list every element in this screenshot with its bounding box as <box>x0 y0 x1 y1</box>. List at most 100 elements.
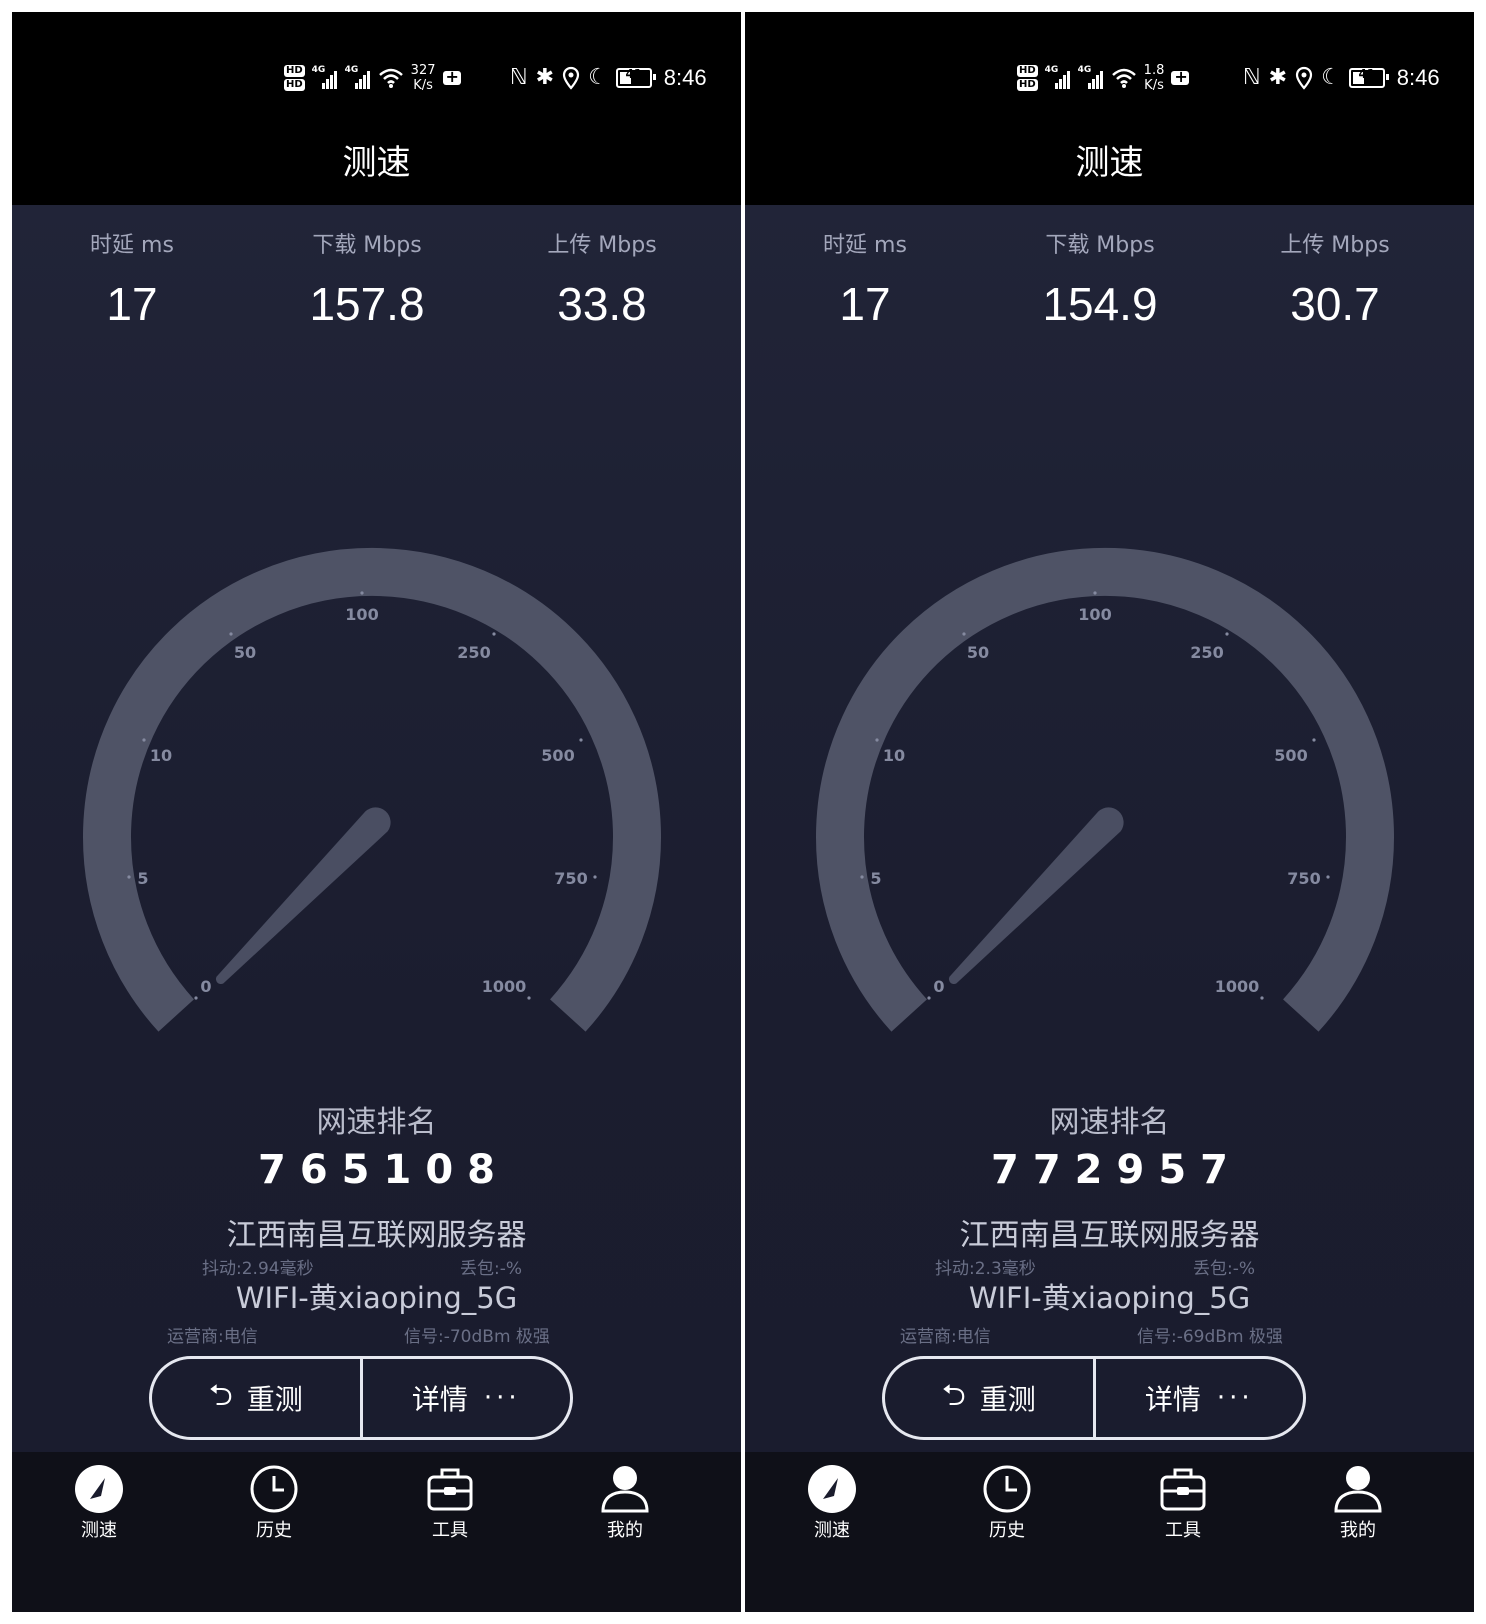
gauge-tick-label: 1000 <box>482 977 527 996</box>
bottom-tab-bar: 测速 历史 工具 我的 <box>745 1452 1474 1612</box>
moon-icon: ☾ <box>1321 65 1341 90</box>
tab-tools-label: 工具 <box>432 1520 468 1541</box>
gauge-tick-label: 10 <box>883 746 905 765</box>
phone-screen-right: HD HD 4G 4G 1.8 K/s + ℕ ✱ ☾ 41 8:46 测速 时… <box>745 12 1474 1612</box>
health-plus-icon <box>442 67 461 86</box>
battery-level: 41 <box>1358 67 1376 81</box>
location-icon <box>1295 66 1313 90</box>
cellular-signal-icon-2: 4G <box>345 65 371 91</box>
stat-upload: 上传 Mbps 30.7 <box>1215 227 1455 331</box>
retest-label: 重测 <box>979 1383 1036 1416</box>
wifi-icon <box>378 68 403 88</box>
gauge-tick-label: 100 <box>345 605 378 624</box>
details-button[interactable]: 详情 ··· <box>363 1359 571 1437</box>
status-bar: HD HD 4G 4G <box>12 12 741 117</box>
tab-history-label: 历史 <box>256 1520 292 1541</box>
network-speed-value: 327 <box>410 63 436 78</box>
user-icon <box>601 1466 649 1513</box>
gauge-arc <box>83 548 661 1032</box>
tab-mine-label: 我的 <box>1340 1520 1376 1541</box>
tab-mine-label: 我的 <box>607 1520 643 1541</box>
tab-speed-test-label: 测速 <box>814 1520 850 1541</box>
gauge-needle <box>948 807 1124 985</box>
status-right-icons: ℕ ✱ ☾ 41 8:46 <box>1243 60 1440 96</box>
network-speed-unit: K/s <box>1144 78 1164 93</box>
tab-mine[interactable]: 我的 <box>580 1464 670 1542</box>
wifi-name: WIFI-黄xiaoping_5G <box>968 1281 1251 1315</box>
status-bar: HD HD 4G 4G <box>745 12 1474 117</box>
stat-upload-label: 上传 Mbps <box>547 233 657 258</box>
gauge-tick-label: 0 <box>933 977 944 996</box>
gauge-tick-label: 1000 <box>1215 977 1260 996</box>
stat-latency-label: 时延 ms <box>823 233 907 258</box>
gauge-arc <box>816 548 1394 1032</box>
clock-icon <box>250 1465 298 1513</box>
gauge-tick-label: 0 <box>200 977 211 996</box>
speed-gauge: 0 5 10 50 100 250 500 750 1000 <box>83 548 661 1032</box>
battery-icon: 41 <box>1348 67 1389 88</box>
toolbox-icon <box>427 1468 473 1511</box>
stat-latency: 时延 ms 17 <box>745 227 985 331</box>
tab-mine[interactable]: 我的 <box>1313 1464 1403 1542</box>
stat-download: 下载 Mbps 157.8 <box>247 227 487 331</box>
carrier-text: 运营商:电信 <box>900 1327 991 1347</box>
undo-arrow-icon: ⮌ <box>208 1377 233 1413</box>
retest-label: 重测 <box>246 1383 303 1416</box>
gauge-tick-label: 250 <box>457 643 490 662</box>
battery-level: 41 <box>625 67 643 81</box>
bluetooth-icon: ✱ <box>535 65 555 90</box>
more-dots-icon: ··· <box>1216 1383 1254 1413</box>
rank-value: 772957 <box>991 1147 1242 1193</box>
gauge-tick-label: 10 <box>150 746 172 765</box>
bluetooth-icon: ✱ <box>1268 65 1288 90</box>
tab-history[interactable]: 历史 <box>962 1464 1052 1542</box>
tab-speed-test[interactable]: 测速 <box>54 1464 144 1542</box>
stat-download: 下载 Mbps 154.9 <box>980 227 1220 331</box>
nav-header: 测速 <box>745 117 1474 205</box>
bottom-tab-bar: 测速 历史 工具 我的 <box>12 1452 741 1612</box>
gauge-tick-label: 5 <box>870 869 881 888</box>
network-speed-indicator: 1.8 K/s <box>1144 63 1165 93</box>
undo-arrow-icon: ⮌ <box>941 1377 966 1413</box>
stat-latency-value: 17 <box>839 278 891 330</box>
details-button[interactable]: 详情 ··· <box>1096 1359 1304 1437</box>
nfc-icon: ℕ <box>1243 65 1261 90</box>
retest-button[interactable]: ⮌ 重测 <box>885 1359 1093 1437</box>
server-name: 江西南昌互联网服务器 <box>959 1218 1260 1253</box>
status-clock: 8:46 <box>1396 65 1440 90</box>
page-title: 测速 <box>342 143 411 183</box>
gauge-tick-label: 750 <box>554 869 587 888</box>
retest-button[interactable]: ⮌ 重测 <box>152 1359 360 1437</box>
nfc-icon: ℕ <box>510 65 528 90</box>
rank-title: 网速排名 <box>316 1105 437 1140</box>
stat-upload-label: 上传 Mbps <box>1280 233 1390 258</box>
network-speed-indicator: 327 K/s <box>411 63 436 93</box>
toolbox-icon <box>1160 1468 1206 1511</box>
stat-download-value: 157.8 <box>309 278 425 330</box>
cellular-signal-icon: 4G <box>1045 65 1071 91</box>
cellular-signal-icon-2: 4G <box>1078 65 1104 91</box>
details-label: 详情 <box>411 1383 468 1416</box>
tab-history[interactable]: 历史 <box>229 1464 319 1542</box>
gauge-tick-label: 50 <box>234 643 256 662</box>
wifi-icon <box>1111 68 1136 88</box>
hd-volte-icon: HD HD <box>284 65 305 91</box>
stat-upload: 上传 Mbps 33.8 <box>482 227 722 331</box>
cellular-signal-icon: 4G <box>312 65 338 91</box>
status-right-icons: ℕ ✱ ☾ 41 8:46 <box>510 60 707 96</box>
stat-latency: 时延 ms 17 <box>12 227 252 331</box>
status-clock: 8:46 <box>663 65 707 90</box>
tab-tools[interactable]: 工具 <box>1138 1464 1228 1542</box>
wifi-name: WIFI-黄xiaoping_5G <box>235 1281 518 1315</box>
stat-download-value: 154.9 <box>1042 278 1158 330</box>
tab-speed-test[interactable]: 测速 <box>787 1464 877 1542</box>
health-plus-icon <box>1171 67 1190 86</box>
gauge-tick-label: 50 <box>967 643 989 662</box>
tab-tools[interactable]: 工具 <box>405 1464 495 1542</box>
gauge-tick-label: 250 <box>1190 643 1223 662</box>
network-speed-unit: K/s <box>413 78 433 93</box>
speedometer-icon <box>75 1465 123 1513</box>
battery-icon: 41 <box>615 67 656 88</box>
tab-history-label: 历史 <box>989 1520 1025 1541</box>
carrier-text: 运营商:电信 <box>167 1327 258 1347</box>
